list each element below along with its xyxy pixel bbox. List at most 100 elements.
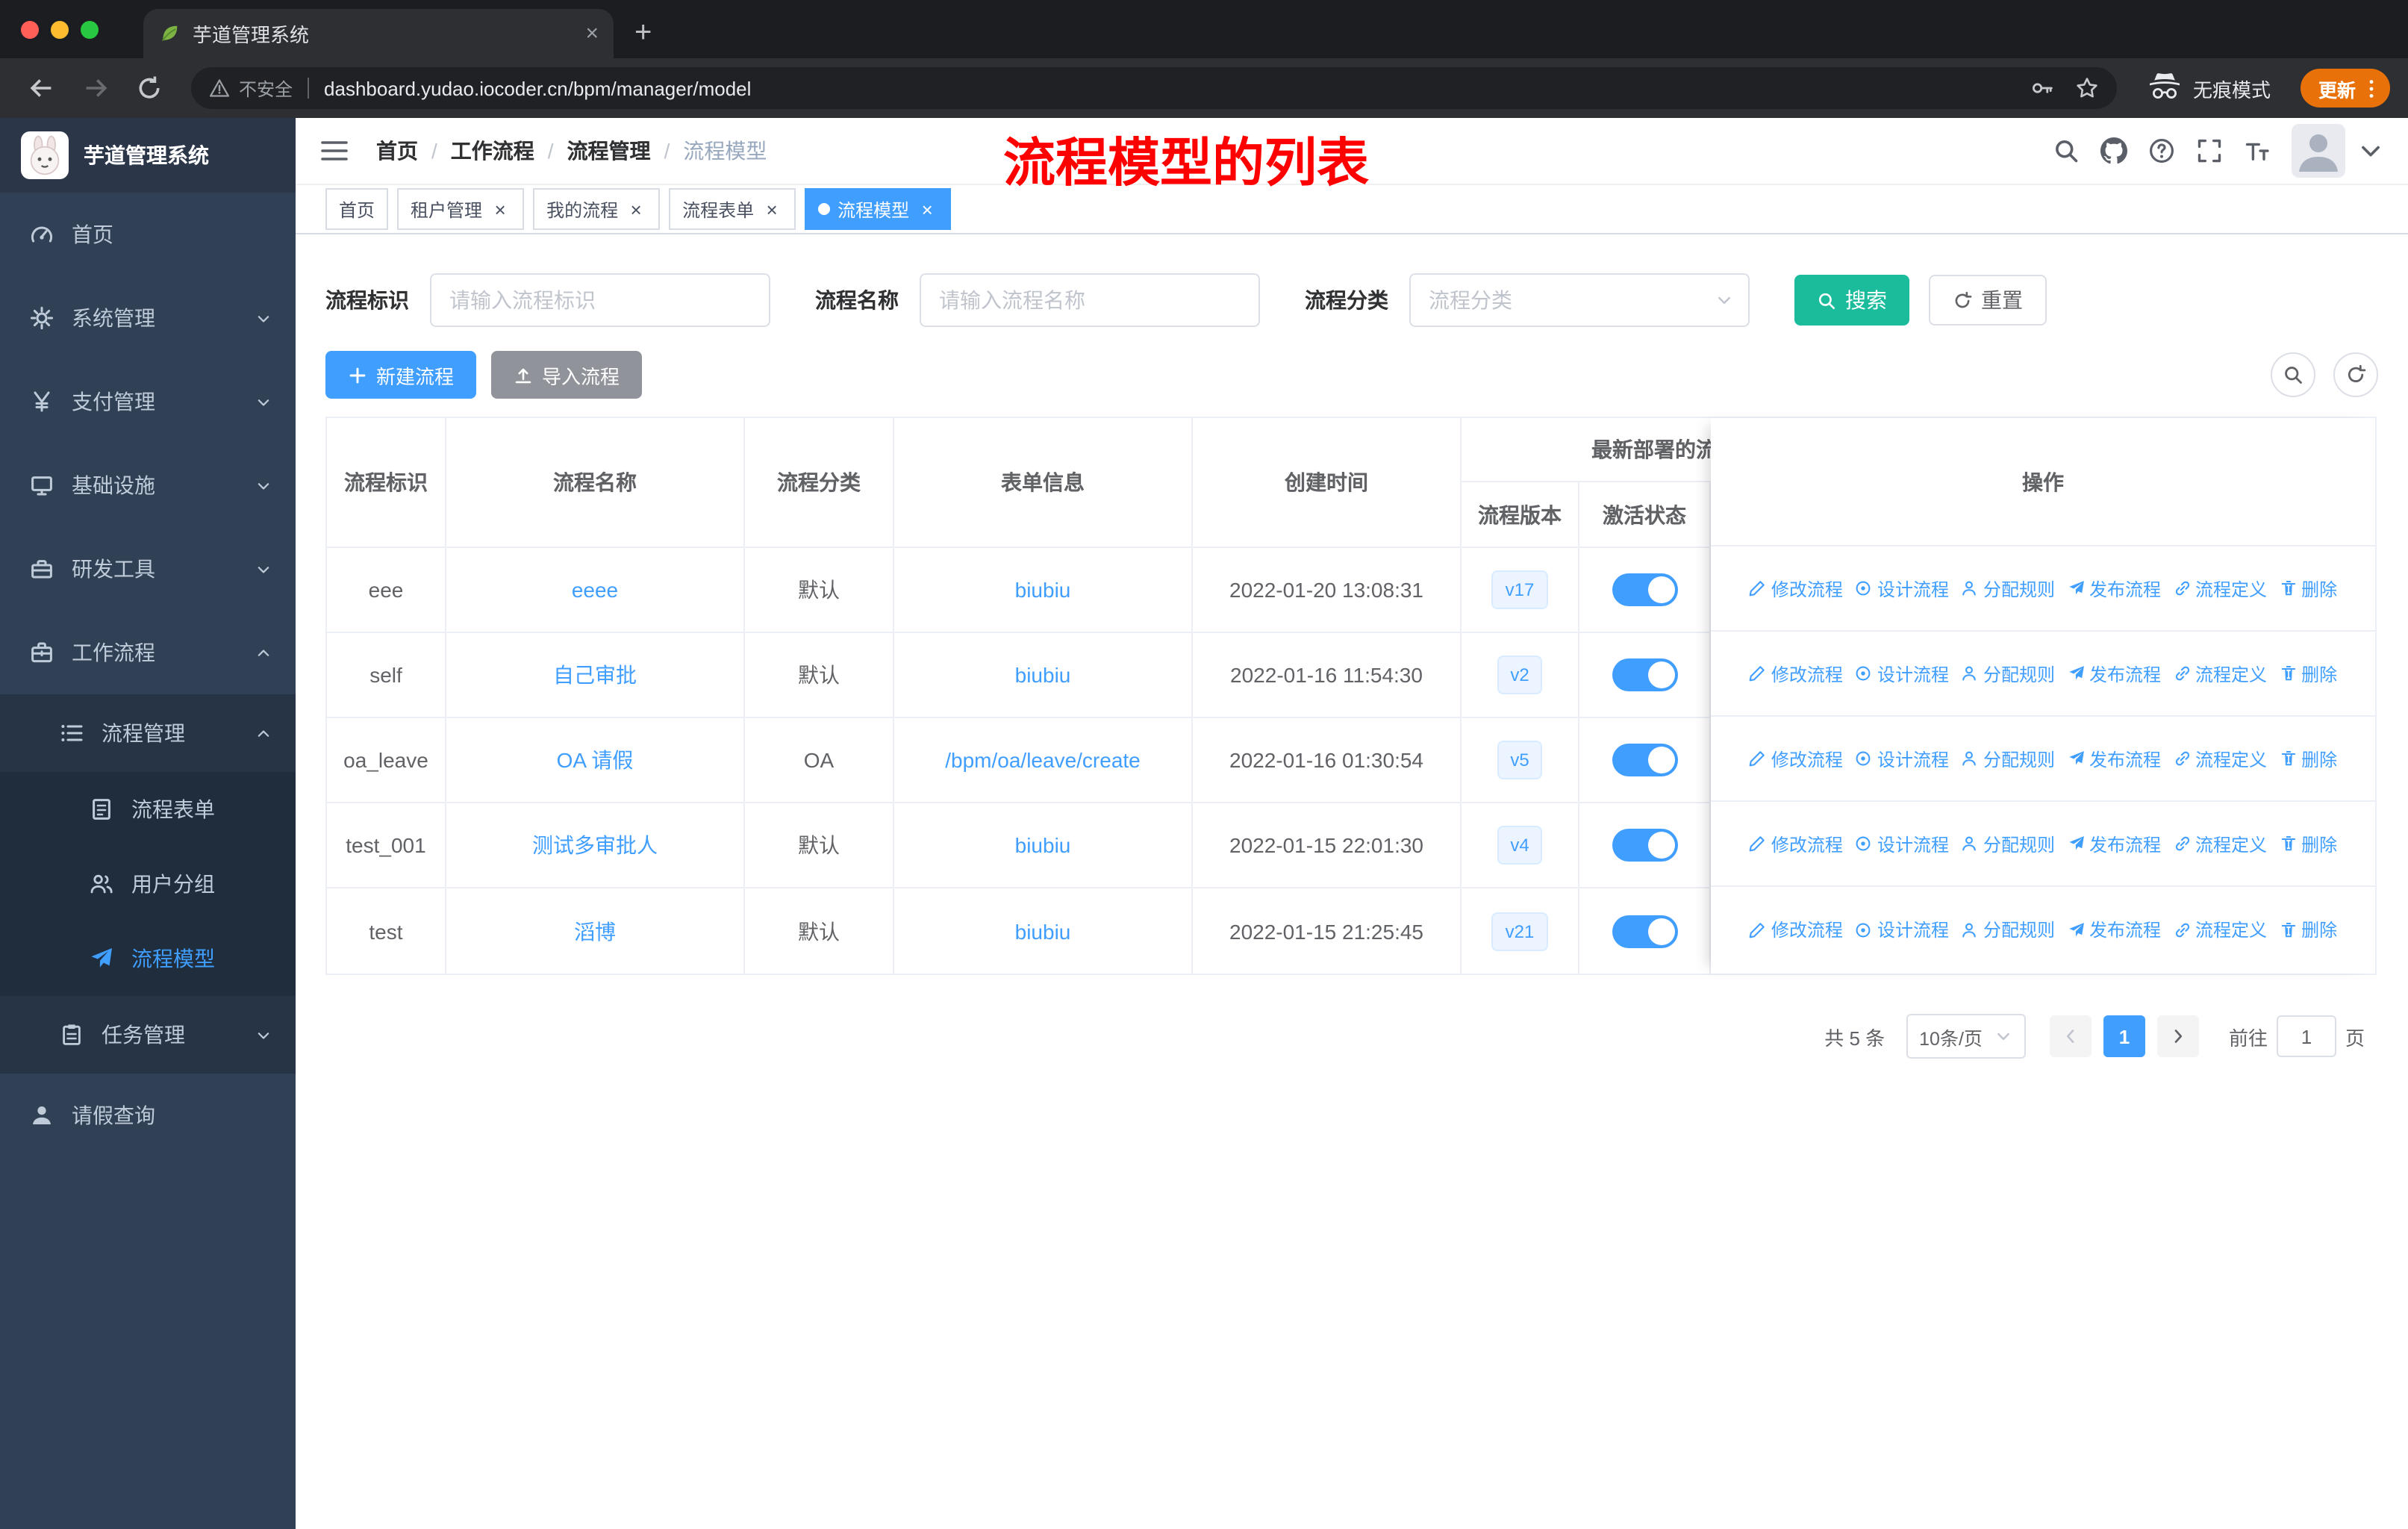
- refresh-table-button[interactable]: [2333, 352, 2378, 397]
- avatar-caret-icon[interactable]: [2357, 137, 2384, 164]
- row-action-design[interactable]: 设计流程: [1855, 831, 1949, 856]
- row-action-modify[interactable]: 修改流程: [1749, 831, 1843, 856]
- github-icon[interactable]: [2100, 137, 2127, 164]
- row-action-design[interactable]: 设计流程: [1855, 746, 1949, 771]
- form-info-link[interactable]: biubiu: [1015, 833, 1071, 857]
- row-action-assign[interactable]: 分配规则: [1961, 831, 2055, 856]
- browser-tab[interactable]: 芋道管理系统 ×: [143, 9, 614, 58]
- row-action-modify[interactable]: 修改流程: [1749, 661, 1843, 686]
- row-action-publish[interactable]: 发布流程: [2067, 576, 2161, 601]
- active-toggle[interactable]: [1612, 658, 1677, 691]
- active-toggle[interactable]: [1612, 744, 1677, 776]
- create-process-button[interactable]: 新建流程: [325, 351, 477, 399]
- breadcrumb-home[interactable]: 首页: [376, 136, 418, 166]
- sidebar-item-payment[interactable]: 支付管理: [0, 360, 296, 443]
- row-action-design[interactable]: 设计流程: [1855, 661, 1949, 686]
- sidebar-item-task-mgmt[interactable]: 任务管理: [0, 996, 296, 1074]
- sidebar-item-home[interactable]: 首页: [0, 193, 296, 276]
- search-icon[interactable]: [2053, 137, 2080, 164]
- new-tab-button[interactable]: +: [634, 18, 652, 48]
- sidebar-item-process-form[interactable]: 流程表单: [0, 772, 296, 847]
- process-name-input[interactable]: [920, 273, 1260, 327]
- hamburger-icon[interactable]: [319, 136, 349, 166]
- row-action-design[interactable]: 设计流程: [1855, 576, 1949, 601]
- breadcrumb-workflow[interactable]: 工作流程: [451, 136, 534, 166]
- process-name-link[interactable]: OA 请假: [557, 745, 634, 775]
- sidebar-item-workflow[interactable]: 工作流程: [0, 611, 296, 694]
- page-size-select[interactable]: 10条/页: [1906, 1014, 2026, 1059]
- breadcrumb-process-mgmt[interactable]: 流程管理: [567, 136, 651, 166]
- back-button[interactable]: [28, 75, 55, 102]
- sidebar-item-devtools[interactable]: 研发工具: [0, 527, 296, 611]
- prev-page-button[interactable]: [2049, 1015, 2092, 1057]
- help-icon[interactable]: [2148, 137, 2175, 164]
- forward-button[interactable]: [82, 75, 109, 102]
- form-info-link[interactable]: biubiu: [1015, 663, 1071, 687]
- password-key-icon[interactable]: [2030, 76, 2054, 100]
- row-action-delete[interactable]: 删除: [2279, 576, 2337, 601]
- row-action-assign[interactable]: 分配规则: [1961, 661, 2055, 686]
- active-toggle[interactable]: [1612, 915, 1677, 947]
- reset-button[interactable]: 重置: [1929, 275, 2047, 326]
- sidebar-item-process-mgmt[interactable]: 流程管理: [0, 694, 296, 772]
- row-action-definition[interactable]: 流程定义: [2173, 661, 2267, 686]
- next-page-button[interactable]: [2156, 1015, 2199, 1057]
- row-action-delete[interactable]: 删除: [2279, 917, 2337, 942]
- form-info-link[interactable]: biubiu: [1015, 578, 1071, 602]
- row-action-modify[interactable]: 修改流程: [1749, 917, 1843, 942]
- sidebar-item-leave-query[interactable]: 请假查询: [0, 1074, 296, 1157]
- process-name-link[interactable]: 滔博: [574, 916, 616, 946]
- tag-process-model[interactable]: 流程模型 ×: [805, 188, 952, 230]
- sidebar-item-user-group[interactable]: 用户分组: [0, 847, 296, 921]
- row-action-publish[interactable]: 发布流程: [2067, 831, 2161, 856]
- tag-my-process[interactable]: 我的流程 ×: [533, 188, 661, 230]
- minimize-window-button[interactable]: [51, 21, 69, 39]
- active-toggle[interactable]: [1612, 573, 1677, 606]
- row-action-modify[interactable]: 修改流程: [1749, 576, 1843, 601]
- process-name-link[interactable]: eeee: [572, 578, 618, 602]
- row-action-definition[interactable]: 流程定义: [2173, 831, 2267, 856]
- tag-process-form[interactable]: 流程表单 ×: [669, 188, 796, 230]
- sidebar-item-infra[interactable]: 基础设施: [0, 443, 296, 527]
- user-avatar[interactable]: [2292, 124, 2345, 178]
- row-action-assign[interactable]: 分配规则: [1961, 746, 2055, 771]
- close-window-button[interactable]: [21, 21, 39, 39]
- browser-menu-dots-icon[interactable]: [2360, 77, 2383, 99]
- fullscreen-icon[interactable]: [2196, 137, 2223, 164]
- sidebar-item-system[interactable]: 系统管理: [0, 276, 296, 360]
- form-info-link[interactable]: /bpm/oa/leave/create: [945, 748, 1141, 772]
- zoom-window-button[interactable]: [81, 21, 99, 39]
- search-button[interactable]: 搜索: [1794, 275, 1909, 326]
- close-tab-icon[interactable]: ×: [585, 22, 599, 45]
- row-action-publish[interactable]: 发布流程: [2067, 917, 2161, 942]
- toggle-search-button[interactable]: [2271, 352, 2315, 397]
- active-toggle[interactable]: [1612, 829, 1677, 862]
- close-icon[interactable]: ×: [626, 199, 646, 219]
- bookmark-star-icon[interactable]: [2075, 76, 2099, 100]
- import-process-button[interactable]: 导入流程: [491, 351, 643, 399]
- row-action-modify[interactable]: 修改流程: [1749, 746, 1843, 771]
- row-action-definition[interactable]: 流程定义: [2173, 746, 2267, 771]
- form-info-link[interactable]: biubiu: [1015, 919, 1071, 943]
- process-id-input[interactable]: [430, 273, 770, 327]
- not-secure-label[interactable]: 不安全: [239, 75, 293, 101]
- address-bar[interactable]: 不安全 dashboard.yudao.iocoder.cn/bpm/manag…: [191, 67, 2117, 109]
- close-icon[interactable]: ×: [490, 199, 511, 219]
- row-action-delete[interactable]: 删除: [2279, 746, 2337, 771]
- close-icon[interactable]: ×: [917, 199, 938, 219]
- row-action-delete[interactable]: 删除: [2279, 831, 2337, 856]
- process-name-link[interactable]: 自己审批: [553, 660, 637, 690]
- row-action-definition[interactable]: 流程定义: [2173, 917, 2267, 942]
- font-size-icon[interactable]: [2244, 137, 2271, 164]
- row-action-delete[interactable]: 删除: [2279, 661, 2337, 686]
- page-jumper-input[interactable]: [2276, 1015, 2336, 1057]
- row-action-publish[interactable]: 发布流程: [2067, 746, 2161, 771]
- category-select[interactable]: 流程分类: [1409, 273, 1750, 327]
- sidebar-item-process-model[interactable]: 流程模型: [0, 921, 296, 996]
- row-action-assign[interactable]: 分配规则: [1961, 917, 2055, 942]
- url-text[interactable]: dashboard.yudao.iocoder.cn/bpm/manager/m…: [324, 77, 2009, 99]
- page-1-button[interactable]: 1: [2103, 1015, 2145, 1057]
- update-browser-button[interactable]: 更新: [2300, 69, 2390, 108]
- row-action-design[interactable]: 设计流程: [1855, 917, 1949, 942]
- row-action-assign[interactable]: 分配规则: [1961, 576, 2055, 601]
